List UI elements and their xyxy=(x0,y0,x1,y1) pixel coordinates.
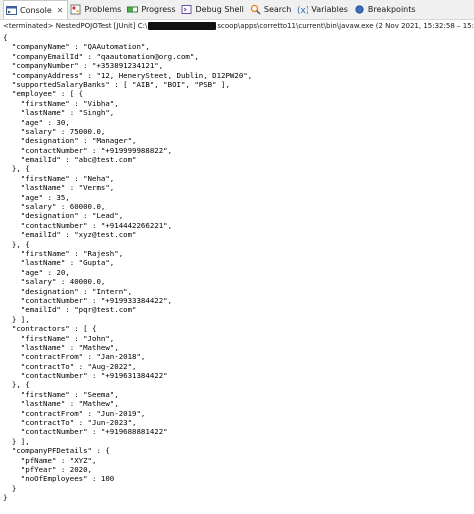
console-line: } xyxy=(3,493,8,503)
console-line: "lastName" : "Gupta", xyxy=(3,258,115,268)
console-line: "contactNumber" : "+919933384422", xyxy=(3,295,173,305)
console-line: "contactNumber" : "+919688881422" xyxy=(3,427,168,437)
console-line: "employee" : [ { xyxy=(3,89,84,99)
close-icon[interactable]: ✕ xyxy=(57,6,64,15)
console-line: "contactNumber" : "+919631384422" xyxy=(3,371,168,381)
console-line: }, { xyxy=(3,380,30,390)
tab-progress[interactable]: Progress xyxy=(125,1,179,19)
tab-variables[interactable]: (x) Variables xyxy=(295,1,352,19)
console-line: "contractors" : [ { xyxy=(3,324,97,334)
console-line: "salary" : 40000.0, xyxy=(3,277,106,287)
console-line: "age" : 20, xyxy=(3,267,70,277)
console-line: "age" : 30, xyxy=(3,117,70,127)
progress-icon xyxy=(127,6,139,13)
tab-console[interactable]: Console ✕ xyxy=(3,0,69,19)
breakpoints-icon xyxy=(355,5,364,14)
status-prefix: <terminated> NestedPOJOTest [JUnit] C:\ xyxy=(3,22,148,30)
console-line: "designation" : "Intern", xyxy=(3,286,133,296)
tab-label: Search xyxy=(263,5,292,14)
tab-label: Console xyxy=(20,5,52,15)
console-line: "firstName" : "Neha", xyxy=(3,173,115,183)
tab-label: Breakpoints xyxy=(367,5,416,14)
console-line: "lastName" : "Singh", xyxy=(3,108,115,118)
console-output[interactable]: { "companyName" : "QAAutomation", "compa… xyxy=(0,32,474,503)
console-line: "emailId" : "xyz@test.com" xyxy=(3,230,137,240)
console-view: Console ✕ Problems Progress Debug Shell xyxy=(0,0,474,514)
view-tab-bar: Console ✕ Problems Progress Debug Shell xyxy=(0,0,474,20)
console-line: "companyPFDetails" : { xyxy=(3,446,110,456)
console-line: "firstName" : "Vibha", xyxy=(3,98,119,108)
console-line: "emailId" : "abc@test.com" xyxy=(3,155,137,165)
console-line: "designation" : "Lead", xyxy=(3,211,124,221)
problems-icon xyxy=(70,4,81,15)
console-line: "pfYear" : 2020, xyxy=(3,464,92,474)
console-line: "companyName" : "QAAutomation", xyxy=(3,42,150,52)
console-line: "firstName" : "John", xyxy=(3,333,115,343)
console-line: "salary" : 75000.0, xyxy=(3,126,106,136)
redacted-path xyxy=(148,22,217,30)
console-line: "companyAddress" : "12, HenerySteet, Dub… xyxy=(3,70,253,80)
console-line: "firstName" : "Seema", xyxy=(3,389,119,399)
search-icon xyxy=(250,4,261,15)
console-line: "contactNumber" : "+914442266221", xyxy=(3,220,173,230)
console-line: "contractTo" : "Aug-2022", xyxy=(3,361,137,371)
console-line: "noOfEmployees" : 100 xyxy=(3,474,115,484)
tab-problems[interactable]: Problems xyxy=(68,1,125,19)
console-icon xyxy=(6,5,17,15)
console-line: "emailId" : "pqr@test.com" xyxy=(3,305,137,315)
console-line: "contractFrom" : "Jun-2019", xyxy=(3,408,146,418)
console-line: "supportedSalaryBanks" : [ "AIB", "BOI",… xyxy=(3,79,230,89)
console-line: "contractTo" : "Jun-2023", xyxy=(3,418,137,428)
console-line: "age" : 35, xyxy=(3,192,70,202)
tab-debug-shell[interactable]: Debug Shell xyxy=(179,1,247,19)
console-line: "lastName" : "Mathew", xyxy=(3,399,119,409)
console-line: "lastName" : "Verms", xyxy=(3,183,115,193)
console-line: }, { xyxy=(3,239,30,249)
debug-shell-icon xyxy=(181,5,192,14)
tab-label: Debug Shell xyxy=(195,5,244,14)
console-line: } ], xyxy=(3,314,30,324)
console-line: } xyxy=(3,483,17,493)
console-line: "pfName" : "XYZ", xyxy=(3,455,97,465)
console-line: "lastName" : "Mathew", xyxy=(3,342,119,352)
launch-status-line: <terminated> NestedPOJOTest [JUnit] C:\ s… xyxy=(0,20,474,32)
console-line: "contactNumber" : "+919999988822", xyxy=(3,145,173,155)
console-line: "designation" : "Manager", xyxy=(3,136,137,146)
variables-icon: (x) xyxy=(297,6,308,15)
console-line: "companyEmailId" : "qaautomation@org.com… xyxy=(3,51,199,61)
console-line: "companyNumber" : "+353891234121", xyxy=(3,61,164,71)
console-line: { xyxy=(3,33,8,42)
tab-label: Variables xyxy=(311,5,348,14)
tab-label: Progress xyxy=(141,5,176,14)
tab-search[interactable]: Search xyxy=(248,1,295,19)
console-line: "contractFrom" : "Jan-2018", xyxy=(3,352,146,362)
tab-label: Problems xyxy=(84,5,122,14)
console-line: "firstName" : "Rajesh", xyxy=(3,248,124,258)
console-line: }, { xyxy=(3,164,30,174)
console-line: } ], xyxy=(3,436,30,446)
status-suffix: scoop\apps\corretto11\current\bin\javaw.… xyxy=(217,22,474,30)
svg-text:(x): (x) xyxy=(297,6,308,15)
tab-breakpoints[interactable]: Breakpoints xyxy=(352,1,420,19)
console-line: "salary" : 60000.0, xyxy=(3,202,106,212)
